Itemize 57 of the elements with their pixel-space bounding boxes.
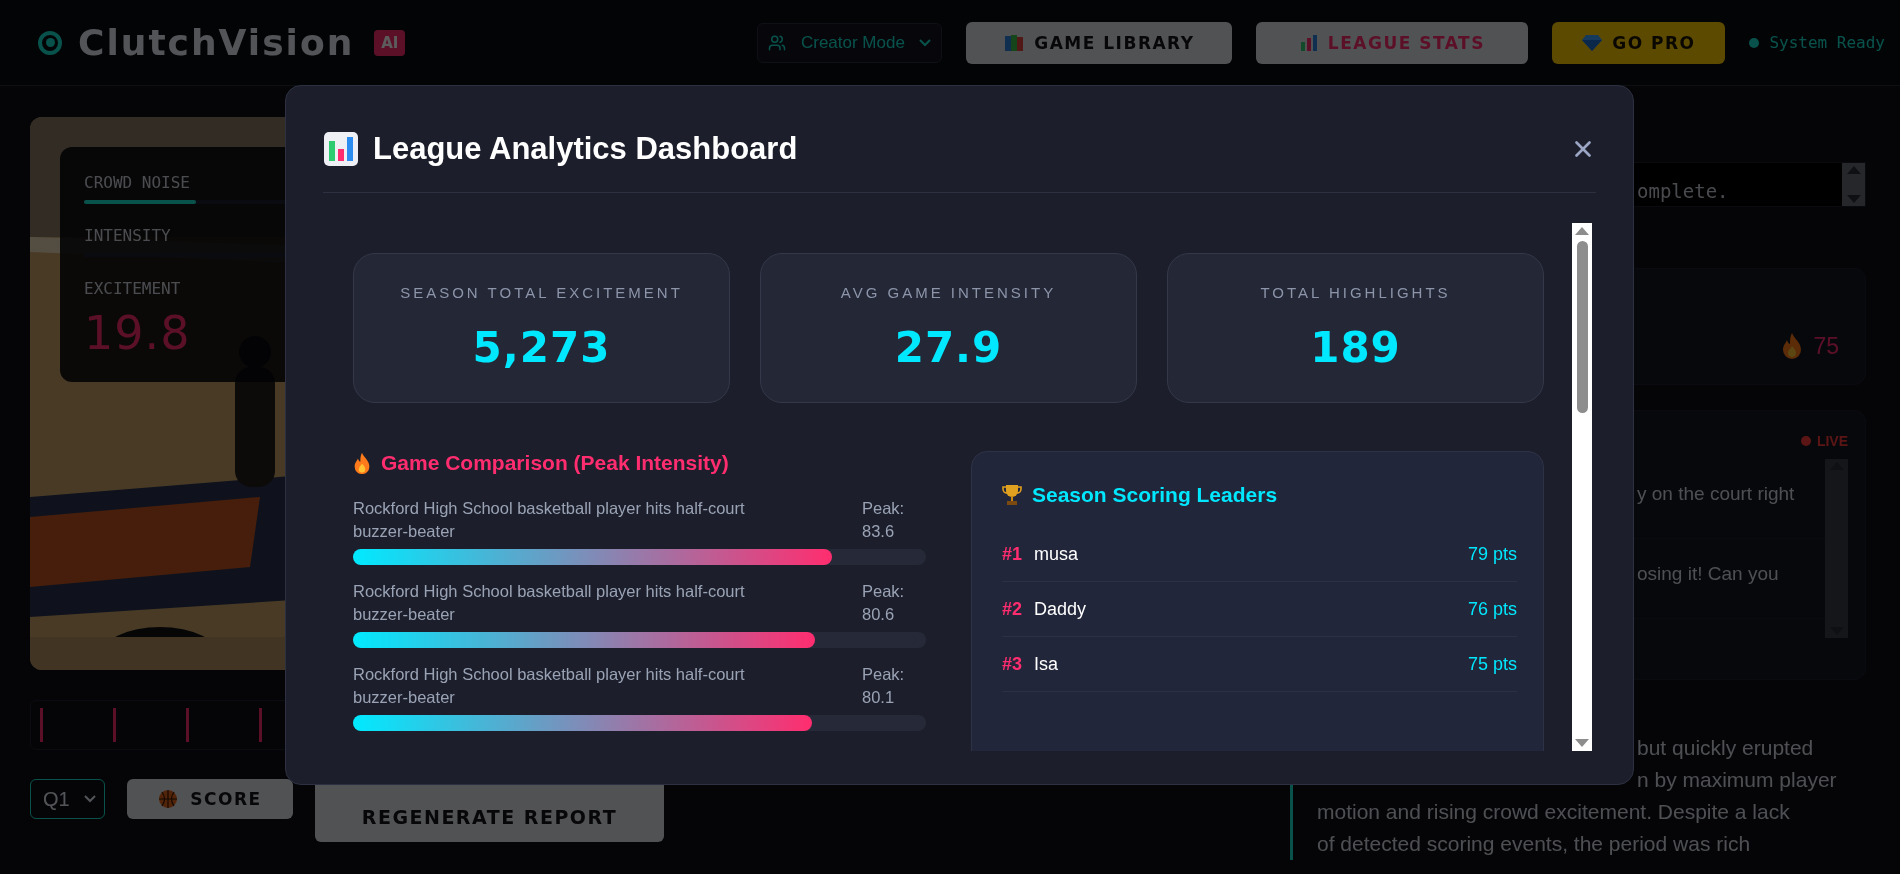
section-title: Game Comparison (Peak Intensity) (381, 451, 729, 475)
summary-line: n by maximum player (1636, 767, 1838, 793)
meter-label: INTENSITY (84, 226, 171, 245)
users-icon (768, 33, 787, 52)
bar-chart-icon (323, 131, 359, 167)
summary-line: but quickly erupted (1636, 735, 1815, 761)
rank-text: #3 (1002, 653, 1023, 675)
mode-select[interactable]: Creator Mode (757, 22, 943, 63)
books-icon (1004, 33, 1025, 52)
meter-label: CROWD NOISE (84, 173, 190, 192)
nav-button[interactable]: LEAGUE STATS (1256, 21, 1529, 64)
rank-text: #1 (1002, 543, 1023, 565)
logo-icon (38, 30, 62, 55)
stat-value: 5,273 (472, 323, 611, 372)
stat-value: 27.9 (894, 323, 1003, 372)
stat-value: 189 (1310, 323, 1401, 372)
quarter-select[interactable]: Q1 (30, 779, 105, 819)
rank-text: #2 (1002, 598, 1023, 620)
points-text: 76 pts (1467, 598, 1517, 620)
nav-button[interactable]: GO PRO (1552, 21, 1726, 64)
peak-value: Peak: 83.6 (862, 498, 906, 542)
trophy-icon (1002, 484, 1022, 506)
summary-line: of detected scoring events, the period was rich (1317, 831, 1752, 857)
gem-icon (1582, 33, 1603, 52)
scrollbar (1842, 163, 1865, 206)
game-name: Rockford High School basketball player hits half-court buzzer-beater (353, 664, 746, 708)
excitement-value: 19.8 (84, 310, 191, 356)
stat-label: SEASON TOTAL EXCITEMENT (400, 284, 683, 301)
game-name: Rockford High School basketball player hits half-court buzzer-beater (353, 581, 746, 625)
score-button[interactable]: SCORE (127, 779, 293, 819)
bar-chart-icon (1299, 33, 1318, 52)
player-name: Daddy (1034, 598, 1088, 620)
basketball-icon (158, 789, 179, 809)
stat-label: AVG GAME INTENSITY (840, 284, 1057, 301)
meter-label: EXCITEMENT (84, 279, 181, 298)
stat-label: TOTAL HIGHLIGHTS (1260, 284, 1451, 301)
status-text: System Ready (1769, 33, 1885, 52)
log-text: omplete. (1637, 180, 1729, 202)
chevron-icon (84, 795, 96, 803)
section-title: Season Scoring Leaders (1032, 483, 1278, 507)
chevron-icon (919, 38, 932, 47)
ai-badge: AI (374, 29, 406, 56)
points-text: 79 pts (1467, 543, 1517, 565)
live-badge: LIVE (1800, 433, 1848, 449)
nav-button[interactable]: GAME LIBRARY (966, 21, 1233, 64)
flame-icon (1781, 332, 1804, 360)
intensity-value: 75 (1813, 332, 1839, 360)
player-name: musa (1034, 543, 1080, 565)
peak-value: Peak: 80.6 (862, 581, 906, 625)
player-name: Isa (1034, 653, 1060, 675)
summary-line: motion and rising crowd excitement. Despite a lack (1317, 799, 1791, 825)
flame-icon (353, 451, 371, 475)
dialog-title: League Analytics Dashboard (373, 131, 798, 167)
app-logo: ClutchVision (78, 22, 355, 63)
game-name: Rockford High School basketball player hits half-court buzzer-beater (353, 498, 746, 542)
points-text: 75 pts (1467, 653, 1517, 675)
peak-value: Peak: 80.1 (862, 664, 906, 708)
